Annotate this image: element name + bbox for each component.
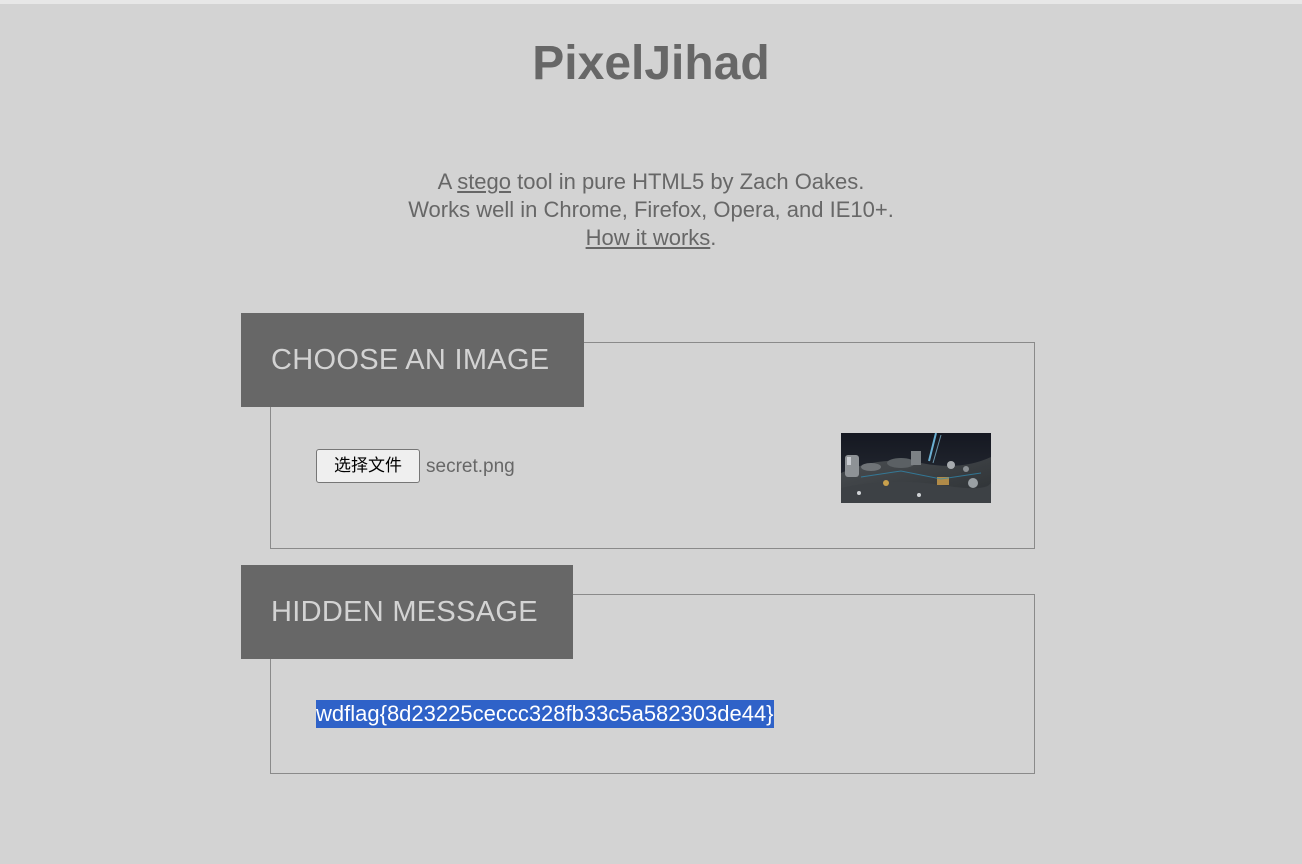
intro-line-1: A stego tool in pure HTML5 by Zach Oakes…	[0, 168, 1302, 196]
page-title: PixelJihad	[532, 37, 770, 90]
choose-image-heading: CHOOSE AN IMAGE	[241, 313, 584, 407]
selected-file-name: secret.png	[426, 456, 515, 477]
how-it-works-link[interactable]: How it works	[586, 225, 711, 250]
intro-prefix: A	[437, 169, 458, 194]
choose-file-button[interactable]: 选择文件	[316, 449, 420, 483]
intro-line-2: Works well in Chrome, Firefox, Opera, an…	[408, 197, 894, 222]
stego-link[interactable]: stego	[457, 169, 511, 194]
hidden-message-text[interactable]: wdflag{8d23225ceccc328fb33c5a582303de44}	[316, 700, 774, 728]
hidden-message-heading: HIDDEN MESSAGE	[241, 565, 573, 659]
intro-suffix: tool in pure HTML5 by Zach Oakes.	[511, 169, 865, 194]
browser-top-strip	[0, 0, 1302, 4]
image-preview-thumbnail	[841, 433, 991, 503]
intro-period: .	[710, 225, 717, 250]
intro-text: A stego tool in pure HTML5 by Zach Oakes…	[0, 168, 1302, 252]
intro-line-3: How it works.	[0, 224, 1302, 252]
